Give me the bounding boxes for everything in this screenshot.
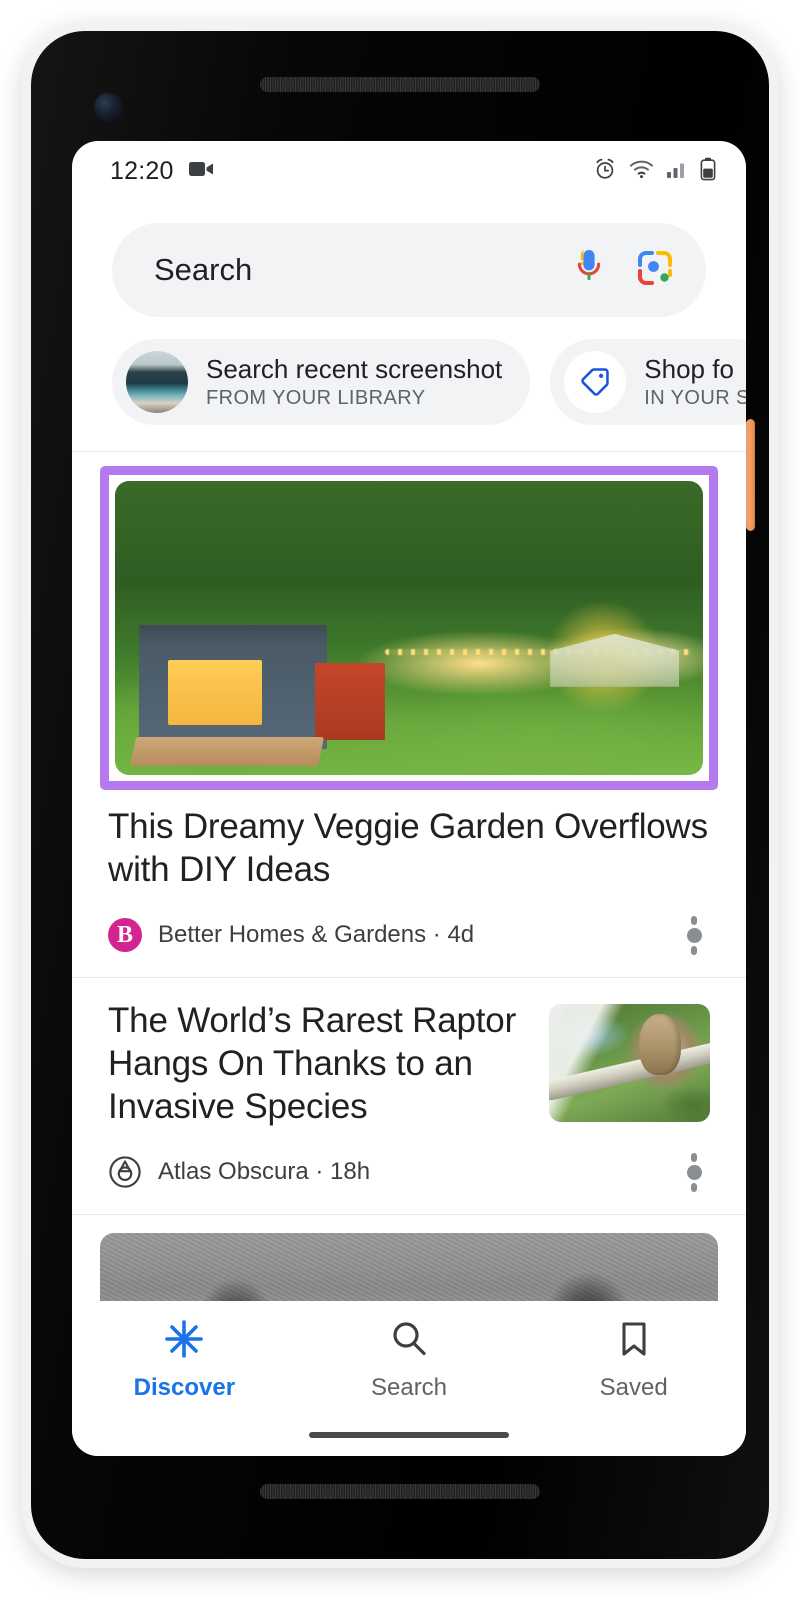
nav-label-search: Search xyxy=(370,1374,448,1401)
nav-items: Discover Search Saved xyxy=(72,1317,746,1406)
garden-greenhouse-shape xyxy=(550,633,680,687)
branch-shape xyxy=(549,1039,710,1103)
battery-icon xyxy=(700,157,716,186)
article-source: B Better Homes & Gardens · 4d xyxy=(108,918,475,953)
bookmark-icon xyxy=(612,1317,656,1366)
source-name-and-time: Better Homes & Gardens · 4d xyxy=(158,921,475,949)
price-tag-icon xyxy=(564,351,627,413)
nav-item-search[interactable]: Search xyxy=(297,1317,522,1406)
microphone-icon[interactable] xyxy=(570,245,608,296)
garden-path-shape xyxy=(129,736,324,767)
home-indicator[interactable] xyxy=(309,1432,509,1438)
discover-sparkle-icon xyxy=(162,1317,206,1366)
card-footer: B Better Homes & Gardens · 4d xyxy=(72,891,746,977)
article-title[interactable]: The World’s Rarest Raptor Hangs On Thank… xyxy=(108,1000,527,1128)
overflow-dot-middle xyxy=(686,927,702,943)
bottom-navigation-bar: Discover Search Saved xyxy=(72,1301,746,1456)
chip-title: Search recent screenshot xyxy=(206,354,503,384)
article-thumbnail[interactable] xyxy=(549,1004,710,1123)
nav-item-discover[interactable]: Discover xyxy=(72,1317,297,1406)
nav-label-saved: Saved xyxy=(599,1374,668,1401)
status-bar-right xyxy=(593,157,716,186)
divider xyxy=(72,1214,746,1216)
more-options-icon[interactable] xyxy=(670,911,718,959)
search-section: Search xyxy=(72,201,746,317)
chip-texts: Shop fo IN YOUR S xyxy=(644,354,746,410)
overflow-dot-bottom xyxy=(691,1182,697,1192)
overflow-dot-top xyxy=(691,1152,697,1162)
bird-shape xyxy=(639,1013,682,1076)
overflow-dot-top xyxy=(691,915,697,925)
feed-card-garden[interactable]: This Dreamy Veggie Garden Overflows with… xyxy=(72,466,746,977)
screenshot-thumbnail xyxy=(126,351,188,413)
chip-texts: Search recent screenshot FROM YOUR LIBRA… xyxy=(206,354,502,410)
alarm-clock-icon xyxy=(593,157,617,186)
status-bar-left: 12:20 xyxy=(110,157,214,186)
chip-title: Shop fo xyxy=(644,354,734,384)
card-footer: Atlas Obscura · 18h xyxy=(72,1128,746,1214)
wifi-icon xyxy=(629,159,654,184)
source-avatar: B xyxy=(108,918,142,953)
card-body: The World’s Rarest Raptor Hangs On Thank… xyxy=(108,1000,527,1128)
search-bar[interactable]: Search xyxy=(112,223,706,317)
article-title[interactable]: This Dreamy Veggie Garden Overflows with… xyxy=(108,806,710,891)
search-input[interactable]: Search xyxy=(154,252,570,288)
cellular-signal-icon xyxy=(666,159,688,184)
more-options-icon[interactable] xyxy=(670,1148,718,1196)
phone-body: 12:20 Search Search recent screenshot FR… xyxy=(31,31,769,1559)
bottom-speaker-grille xyxy=(260,1484,540,1499)
divider xyxy=(72,451,746,452)
video-camera-icon xyxy=(188,159,214,184)
chip-subtitle: IN YOUR S xyxy=(644,387,746,409)
phone-device-frame: 12:20 Search Search recent screenshot FR… xyxy=(22,22,778,1568)
discover-feed: This Dreamy Veggie Garden Overflows with… xyxy=(72,466,746,1354)
google-lens-camera-icon[interactable] xyxy=(634,247,676,294)
source-avatar xyxy=(108,1155,142,1189)
power-button[interactable] xyxy=(746,419,755,531)
highlight-annotation-box xyxy=(100,466,718,790)
card-row: The World’s Rarest Raptor Hangs On Thank… xyxy=(72,978,746,1128)
chip-search-recent-screenshot[interactable]: Search recent screenshot FROM YOUR LIBRA… xyxy=(112,339,531,425)
article-hero-image[interactable] xyxy=(115,481,703,775)
status-time: 12:20 xyxy=(110,156,174,185)
search-actions xyxy=(570,245,676,296)
overflow-dot-bottom xyxy=(691,945,697,955)
phone-screen: 12:20 Search Search recent screenshot FR… xyxy=(72,141,746,1456)
nav-item-saved[interactable]: Saved xyxy=(521,1317,746,1406)
feed-card-raptor[interactable]: The World’s Rarest Raptor Hangs On Thank… xyxy=(72,978,746,1214)
front-camera-icon xyxy=(94,93,122,121)
card-body: This Dreamy Veggie Garden Overflows with… xyxy=(72,790,746,891)
status-bar: 12:20 xyxy=(72,141,746,201)
earpiece-speaker-grille xyxy=(260,77,540,92)
suggestion-chips: Search recent screenshot FROM YOUR LIBRA… xyxy=(72,317,746,451)
nav-label-discover: Discover xyxy=(133,1374,236,1401)
search-magnifier-icon xyxy=(387,1317,431,1366)
chip-shop-for[interactable]: Shop fo IN YOUR S xyxy=(550,339,746,425)
garden-barn-shape xyxy=(314,663,386,740)
overflow-dot-middle xyxy=(686,1164,702,1180)
article-source: Atlas Obscura · 18h xyxy=(108,1155,370,1189)
source-name-and-time: Atlas Obscura · 18h xyxy=(158,1158,371,1186)
chip-subtitle: FROM YOUR LIBRARY xyxy=(206,387,426,409)
